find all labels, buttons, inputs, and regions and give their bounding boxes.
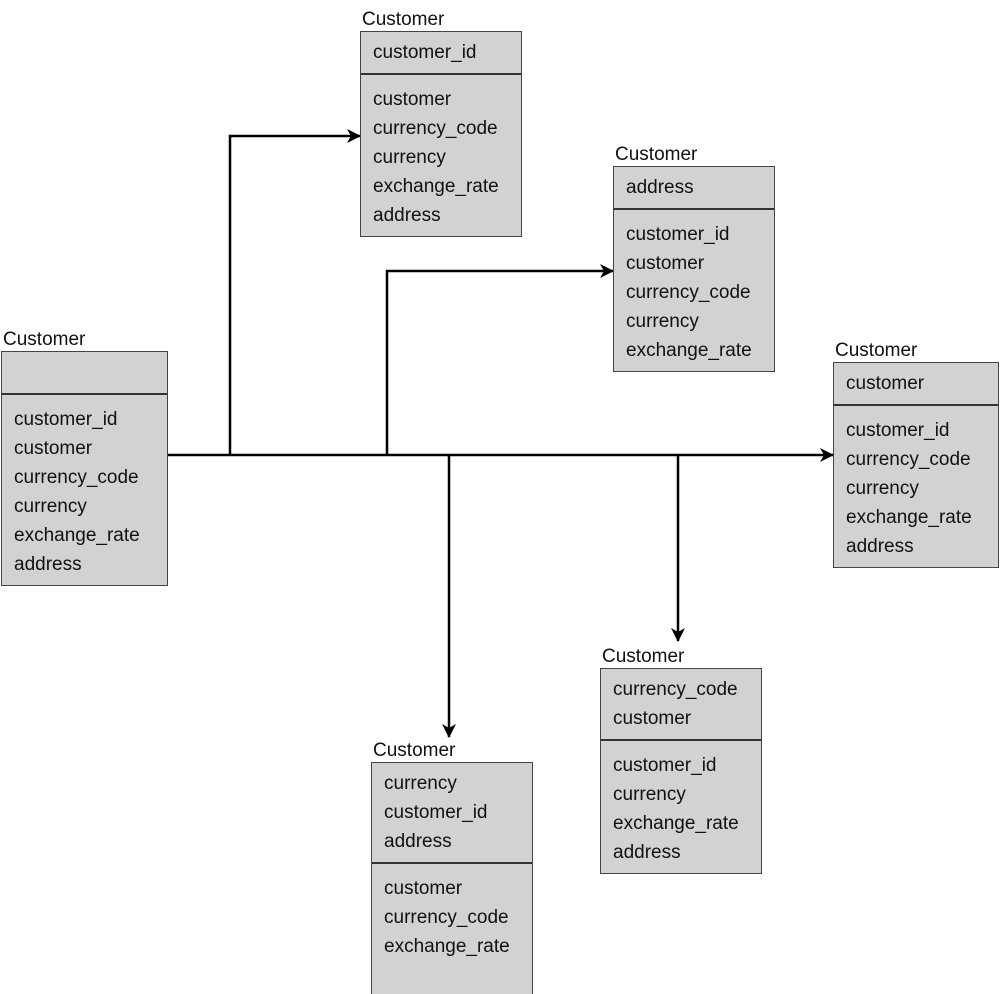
- entity-title: Customer: [3, 329, 86, 350]
- key-field: currency_code: [613, 679, 738, 700]
- connector-e0-to-e1: [228, 129, 361, 455]
- entity-key-section: [2, 352, 167, 395]
- attribute-field: customer_id: [613, 755, 717, 776]
- entity-attributes-section: customer_id customer currency_code currency…: [614, 210, 774, 371]
- entity-box: customer_id customer currency_code currency…: [1, 351, 168, 586]
- entity-box: currency customer_idaddress customer curre…: [371, 762, 533, 994]
- attribute-field: customer: [384, 878, 463, 899]
- attribute-field: currency_code: [373, 118, 498, 139]
- entity-title: Customer: [835, 340, 918, 361]
- attribute-field: exchange_rate: [846, 507, 972, 528]
- connector-e0-to-e2: [385, 264, 614, 455]
- entity-attributes-section: customer_id currency_code currency exchange…: [834, 406, 998, 567]
- attribute-field: currency: [846, 478, 919, 499]
- attribute-field: customer_id: [14, 409, 118, 430]
- entity-title: Customer: [373, 740, 456, 761]
- attribute-field: currency_code: [626, 282, 751, 303]
- key-field: customer_id: [373, 42, 477, 63]
- entity-attributes-section: customer currency_code currency exchange_ra…: [361, 75, 521, 236]
- key-field: customer: [613, 708, 692, 729]
- entity-box: customer customer_id currency_codecurrenc…: [833, 362, 999, 568]
- entity-attributes-section: customer_id currency exchange_rateaddress: [601, 741, 761, 873]
- attribute-field: exchange_rate: [626, 340, 752, 361]
- attribute-field: currency_code: [384, 907, 509, 928]
- attribute-field: customer: [373, 89, 452, 110]
- entity-customer-by-currency-customer-id-address[interactable]: Customer currency customer_idaddress cust…: [371, 740, 533, 994]
- attribute-field: address: [14, 554, 82, 575]
- entity-attributes-section: customer currency_code exchange_rate: [372, 864, 532, 967]
- attribute-field: currency: [613, 784, 686, 805]
- entity-customer-source[interactable]: Customer customer_id customer currency_cod…: [1, 329, 168, 586]
- entity-box: currency_code customer customer_id currenc…: [600, 668, 762, 874]
- attribute-field: currency: [373, 147, 446, 168]
- entity-box: customer_id customer currency_codecurrenc…: [360, 31, 522, 237]
- key-field: customer_id: [384, 802, 488, 823]
- attribute-field: address: [613, 842, 681, 863]
- entity-box: address customer_id customer currency_code…: [613, 166, 775, 372]
- entity-title: Customer: [602, 646, 685, 667]
- attribute-field: exchange_rate: [14, 525, 140, 546]
- entity-customer-by-customer-id[interactable]: Customer customer_id customer currency_co…: [360, 9, 522, 237]
- attribute-field: currency_code: [846, 449, 971, 470]
- entity-key-section: currency_code customer: [601, 669, 761, 741]
- attribute-field: currency: [626, 311, 699, 332]
- key-field: address: [384, 831, 452, 852]
- attribute-field: exchange_rate: [613, 813, 739, 834]
- attribute-field: exchange_rate: [384, 936, 510, 957]
- entity-title: Customer: [362, 9, 445, 30]
- entity-customer-by-customer[interactable]: Customer customer customer_id currency_co…: [833, 340, 999, 568]
- entity-attributes-section: customer_id customer currency_code currency…: [2, 395, 167, 585]
- attribute-field: address: [373, 205, 441, 226]
- attribute-field: customer_id: [846, 420, 950, 441]
- entity-key-section: currency customer_idaddress: [372, 763, 532, 864]
- key-field: address: [626, 177, 694, 198]
- entity-customer-by-address[interactable]: Customer address customer_id customer curr…: [613, 144, 775, 372]
- entity-key-section: customer: [834, 363, 998, 406]
- key-field: currency: [384, 773, 457, 794]
- entity-key-section: customer_id: [361, 32, 521, 75]
- entity-title: Customer: [615, 144, 698, 165]
- entity-customer-by-currency-code-customer[interactable]: Customer currency_code customer customer_…: [600, 646, 762, 874]
- attribute-field: customer_id: [626, 224, 730, 245]
- attribute-field: customer: [626, 253, 705, 274]
- attribute-field: customer: [14, 438, 93, 459]
- attribute-field: address: [846, 536, 914, 557]
- attribute-field: exchange_rate: [373, 176, 499, 197]
- entity-key-section: address: [614, 167, 774, 210]
- key-field: customer: [846, 373, 925, 394]
- attribute-field: currency: [14, 496, 87, 517]
- attribute-field: currency_code: [14, 467, 139, 488]
